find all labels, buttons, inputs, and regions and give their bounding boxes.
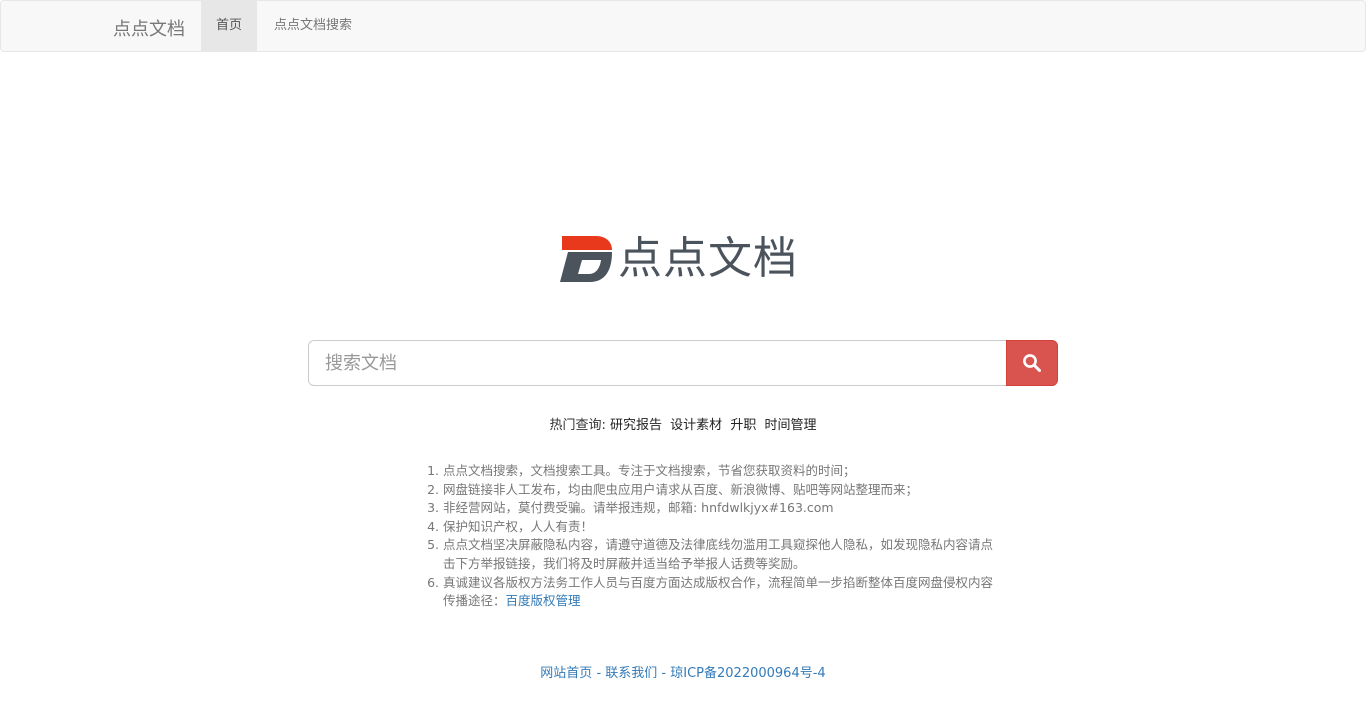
footer-separator: - bbox=[592, 666, 606, 681]
hot-queries: 热门查询: 研究报告 设计素材 升职 时间管理 bbox=[0, 414, 1366, 433]
logo-text: 点点文档 bbox=[618, 233, 798, 284]
nav-item-doc-search[interactable]: 点点文档搜索 bbox=[259, 1, 367, 51]
list-item: 保护知识产权，人人有责！ bbox=[443, 518, 1003, 537]
hot-query-link[interactable]: 时间管理 bbox=[764, 418, 816, 433]
list-item: 网盘链接非人工发布，均由爬虫应用户请求从百度、新浪微博、贴吧等网站整理而来； bbox=[443, 481, 1003, 500]
hot-queries-label: 热门查询: bbox=[549, 418, 606, 433]
footer-contact-link[interactable]: 联系我们 bbox=[605, 666, 657, 681]
search-input[interactable] bbox=[308, 340, 1006, 386]
list-item: 点点文档搜索，文档搜索工具。专注于文档搜索，节省您获取资料的时间； bbox=[443, 462, 1003, 481]
search-button[interactable] bbox=[1006, 340, 1058, 386]
hot-query-link[interactable]: 研究报告 bbox=[610, 418, 662, 433]
footer-home-link[interactable]: 网站首页 bbox=[540, 666, 592, 681]
search-icon bbox=[1023, 354, 1041, 372]
list-item: 非经营网站，莫付费受骗。请举报违规，邮箱: hnfdwlkjyx#163.com bbox=[443, 499, 1003, 518]
top-navbar: 点点文档 首页 点点文档搜索 bbox=[0, 0, 1366, 52]
list-item: 点点文档坚决屏蔽隐私内容，请遵守道德及法律底线勿滥用工具窥探他人隐私，如发现隐私… bbox=[443, 536, 1003, 573]
hot-query-link[interactable]: 升职 bbox=[730, 418, 756, 433]
baidu-copyright-link[interactable]: 百度版权管理 bbox=[506, 593, 581, 608]
hot-query-link[interactable]: 设计素材 bbox=[670, 418, 722, 433]
footer: 网站首页 - 联系我们 - 琼ICP备2022000964号-4 bbox=[0, 662, 1366, 681]
notes-list: 点点文档搜索，文档搜索工具。专注于文档搜索，节省您获取资料的时间； 网盘链接非人… bbox=[428, 462, 1003, 611]
list-item: 真诚建议各版权方法务工作人员与百度方面达成版权合作，流程简单一步掐断整体百度网盘… bbox=[443, 574, 1003, 611]
search-bar bbox=[308, 340, 1058, 386]
logo-d-icon bbox=[560, 236, 612, 282]
brand-link[interactable]: 点点文档 bbox=[113, 15, 185, 41]
site-logo: 点点文档 bbox=[560, 234, 810, 284]
footer-separator: - bbox=[657, 666, 671, 681]
footer-icp-link[interactable]: 琼ICP备2022000964号-4 bbox=[670, 666, 825, 681]
nav-item-home[interactable]: 首页 bbox=[201, 1, 258, 51]
